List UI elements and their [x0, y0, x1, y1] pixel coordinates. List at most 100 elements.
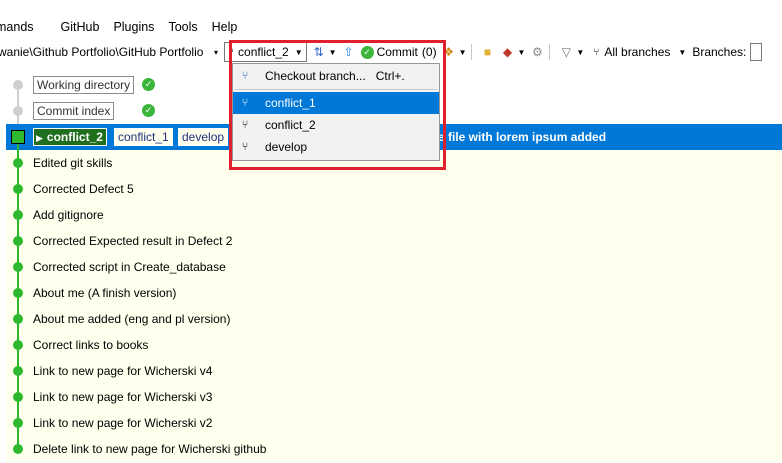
lane-background	[0, 436, 6, 462]
branches-filter-input[interactable]	[750, 43, 763, 61]
commit-row[interactable]: Delete link to new page for Wicherski gi…	[0, 436, 782, 462]
all-branches-label[interactable]: All branches	[604, 45, 670, 59]
commit-row[interactable]: Link to new page for Wicherski v2	[0, 410, 782, 436]
branch-tag-conflict-1: conflict_1	[114, 128, 173, 146]
branch-icon: ⑂	[241, 141, 249, 153]
branch-dropdown: ⑂ Checkout branch... Ctrl+. ⑂ conflict_1…	[232, 63, 440, 161]
graph-line	[17, 90, 19, 98]
filter-dropdown-arrow[interactable]: ▼	[576, 48, 584, 57]
branch-icon: ⑂	[228, 46, 235, 58]
branch-selector[interactable]: ⑂ conflict_2 ▼	[224, 42, 307, 62]
menu-github[interactable]: GitHub	[61, 20, 114, 34]
menu-tools[interactable]: Tools	[168, 20, 211, 34]
checkout-branch-menu-item[interactable]: ⑂ Checkout branch... Ctrl+.	[233, 65, 439, 87]
commit-index-tag: Commit index	[33, 102, 115, 120]
commit-message: About me (A finish version)	[33, 286, 177, 300]
toolbar: wanie\Github Portfolio\GitHub Portfolio …	[0, 40, 782, 64]
branch-option-label: conflict_1	[265, 96, 316, 110]
lane-background	[0, 124, 6, 150]
commit-message: Link to new page for Wicherski v2	[33, 416, 213, 430]
menu-commands[interactable]: mands	[0, 20, 61, 34]
commit-row[interactable]: Link to new page for Wicherski v4	[0, 358, 782, 384]
commit-row[interactable]: Add gitignore	[0, 202, 782, 228]
extensions-dropdown-arrow[interactable]: ▼	[518, 48, 526, 57]
lane-background	[0, 280, 6, 306]
branch-option-develop[interactable]: ⑂ develop	[233, 136, 439, 158]
graph-node	[13, 366, 23, 376]
path-dropdown-arrow[interactable]: ▾	[214, 48, 218, 57]
commit-row[interactable]: Corrected Defect 5	[0, 176, 782, 202]
branch-option-label: develop	[265, 140, 308, 154]
commit-message: Edited git skills	[33, 156, 113, 170]
lane-background	[0, 254, 6, 280]
push-icon[interactable]: ⇧	[341, 44, 357, 60]
lane-background	[0, 176, 6, 202]
check-icon: ✓	[142, 78, 155, 91]
git-extensions-icon[interactable]: ◆	[500, 44, 516, 60]
menu-plugins[interactable]: Plugins	[113, 20, 168, 34]
branch-option-conflict-2[interactable]: ⑂ conflict_2	[233, 114, 439, 136]
commit-message: Correct links to books	[33, 338, 149, 352]
lane-background	[0, 358, 6, 384]
commit-row[interactable]: Corrected Expected result in Defect 2	[0, 228, 782, 254]
branch-option-label: conflict_2	[265, 118, 316, 132]
lane-background	[0, 384, 6, 410]
filter-icon[interactable]: ▽	[558, 44, 574, 60]
graph-node	[13, 106, 23, 116]
branch-tag-develop: develop	[178, 128, 229, 146]
lane-background	[0, 332, 6, 358]
commit-message: Corrected script in Create_database	[33, 260, 226, 274]
pull-dropdown-arrow[interactable]: ▼	[329, 48, 337, 57]
commit-message: e file with lorem ipsum added	[438, 130, 607, 144]
gear-icon[interactable]: ⚙	[529, 44, 545, 60]
graph-node	[13, 418, 23, 428]
branch-icon: ⑂	[241, 97, 249, 109]
lane-background	[0, 410, 6, 436]
check-icon: ✓	[142, 104, 155, 117]
commit-button[interactable]: Commit	[377, 45, 418, 59]
graph-node	[13, 80, 23, 90]
working-directory-tag: Working directory	[33, 76, 135, 94]
commit-message: Add gitignore	[33, 208, 104, 222]
graph-node	[13, 340, 23, 350]
menu-bar: mands GitHub Plugins Tools Help	[0, 14, 782, 40]
current-branch-label: conflict_2	[238, 45, 289, 59]
menu-help[interactable]: Help	[212, 20, 252, 34]
checkout-branch-icon: ⑂	[241, 70, 249, 82]
pull-icon[interactable]: ⇅	[311, 44, 327, 60]
commit-row[interactable]: About me (A finish version)	[0, 280, 782, 306]
commit-check-icon[interactable]: ✓	[360, 45, 374, 59]
graph-node	[13, 184, 23, 194]
branch-option-conflict-1[interactable]: ⑂ conflict_1	[233, 92, 439, 114]
lane-background	[0, 306, 6, 332]
play-icon: ▶	[36, 133, 43, 143]
dropdown-separator	[235, 89, 437, 90]
all-branches-dropdown-arrow[interactable]: ▼	[678, 48, 686, 57]
commit-message: Corrected Expected result in Defect 2	[33, 234, 233, 248]
commit-message: About me added (eng and pl version)	[33, 312, 231, 326]
repo-path[interactable]: wanie\Github Portfolio\GitHub Portfolio	[0, 45, 222, 59]
graph-node	[13, 392, 23, 402]
commit-message: Link to new page for Wicherski v3	[33, 390, 213, 404]
commit-row[interactable]: About me added (eng and pl version)	[0, 306, 782, 332]
graph-line	[17, 116, 19, 124]
graph-node	[13, 158, 23, 168]
head-branch-label: conflict_2	[46, 130, 103, 144]
graph-node	[13, 314, 23, 324]
graph-node	[13, 210, 23, 220]
commit-row[interactable]: Correct links to books	[0, 332, 782, 358]
branch-filter-icon: ⑂	[593, 46, 600, 58]
stash-icon[interactable]: ❖	[441, 44, 457, 60]
commit-row[interactable]: Link to new page for Wicherski v3	[0, 384, 782, 410]
commit-count: (0)	[421, 45, 437, 59]
graph-node	[13, 444, 23, 454]
toolbar-separator	[549, 44, 551, 60]
stash-dropdown-arrow[interactable]: ▼	[459, 48, 467, 57]
folder-icon[interactable]: ■	[480, 44, 496, 60]
head-node	[11, 130, 25, 144]
toolbar-separator	[470, 44, 472, 60]
head-branch-tag: ▶ conflict_2	[33, 128, 107, 146]
commit-row[interactable]: Corrected script in Create_database	[0, 254, 782, 280]
branches-label: Branches:	[692, 45, 747, 59]
branch-icon: ⑂	[241, 119, 249, 131]
